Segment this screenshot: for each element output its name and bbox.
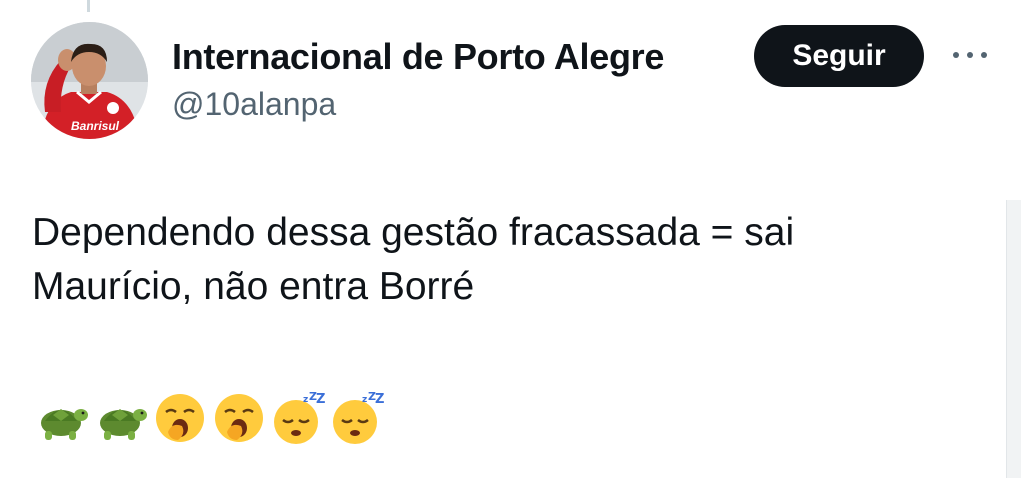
avatar[interactable]: Banrisul [31,22,148,139]
scrollbar[interactable] [1006,200,1021,478]
emoji-row: z Z Z z Z Z [34,388,384,448]
more-horizontal-icon [953,52,987,58]
avatar-badge-text: Banrisul [71,119,120,133]
turtle-icon [93,388,148,448]
thread-connector-line [87,0,90,12]
tweet-text-line: Maurício, não entra Borré [32,265,475,308]
yawning-face-icon [211,388,266,448]
svg-text:Z: Z [316,392,325,407]
tweet-text-line: Dependendo dessa gestão fracassada = sai [32,211,795,254]
svg-text:z: z [362,395,367,405]
display-name[interactable]: Internacional de Porto Alegre [172,36,664,78]
follow-button[interactable]: Seguir [754,25,924,87]
tweet-text: Dependendo dessa gestão fracassada = sai… [32,206,972,314]
sleeping-face-icon: z Z Z [270,388,325,448]
more-options-button[interactable] [944,40,996,70]
turtle-icon [34,388,89,448]
avatar-image: Banrisul [31,22,148,139]
sleeping-face-icon: z Z Z [329,388,384,448]
svg-text:z: z [303,395,308,405]
user-handle[interactable]: @10alanpa [172,86,336,123]
yawning-face-icon [152,388,207,448]
svg-text:Z: Z [375,392,384,407]
